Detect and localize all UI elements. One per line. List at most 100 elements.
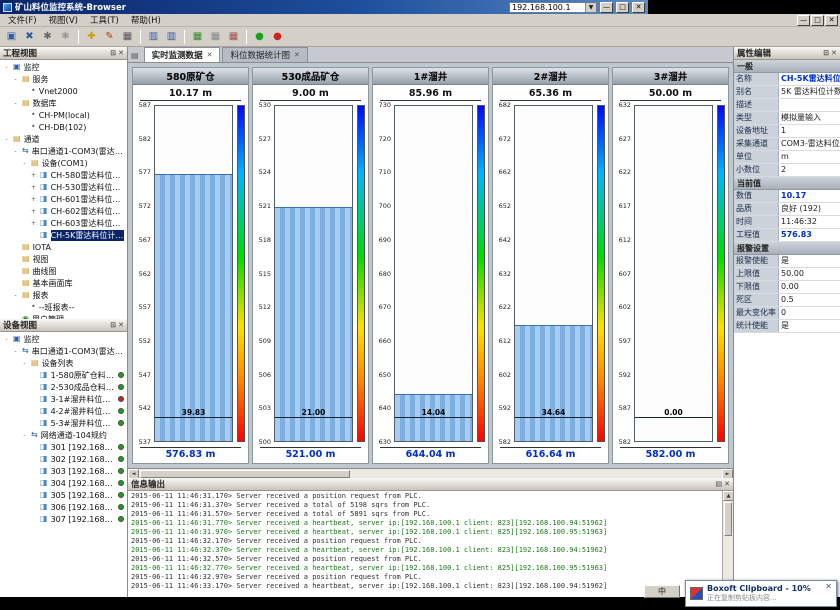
project-tree-item[interactable]: •CH-PM(local) [0, 109, 127, 121]
chart-icon[interactable]: ▦ [189, 29, 206, 45]
menu-item[interactable]: 帮助(H) [125, 16, 167, 26]
close-icon[interactable]: ✕ [724, 481, 730, 488]
property-row[interactable]: 工程值576.83 [734, 229, 840, 242]
tab-2[interactable]: 料位数据统计图✕ [222, 47, 307, 62]
chevron-down-icon[interactable]: ▼ [585, 3, 596, 12]
tree-expander-icon[interactable]: - [12, 76, 19, 83]
device-tree-item[interactable]: ◨1-580原矿仓料位计-Nor [0, 369, 127, 381]
offline-icon[interactable]: ● [269, 29, 286, 45]
ime-indicator[interactable]: 中 [644, 585, 680, 598]
pin-icon[interactable]: ⊡ [823, 50, 829, 57]
close-icon[interactable]: ✕ [825, 582, 832, 591]
device-tree-item[interactable]: ◨301 [192.168.30.1] [0, 441, 127, 453]
property-row[interactable]: 最大变化率0 [734, 307, 840, 320]
property-group-header[interactable]: 当前值 [734, 177, 840, 190]
device-tree-item[interactable]: -▤设备列表 [0, 357, 127, 369]
device-tree-item[interactable]: -⇆网络通道-104规约 [0, 429, 127, 441]
tab-1[interactable]: 实时监测数据✕ [144, 47, 221, 62]
menu-item[interactable]: 文件(F) [2, 16, 43, 26]
disconnect-icon[interactable]: ✖ [21, 29, 38, 45]
menu-icon[interactable]: ▤ [131, 51, 139, 60]
device-tree-item[interactable]: ◨302 [192.168.30.2] [0, 453, 127, 465]
property-row[interactable]: 设备地址1 [734, 125, 840, 138]
property-row[interactable]: 采集通道COM3-雷达料位计 [734, 138, 840, 151]
tree-expander-icon[interactable]: - [21, 160, 28, 167]
tree-expander-icon[interactable]: + [30, 208, 37, 215]
property-value[interactable]: 11:46:32 [779, 216, 840, 228]
device-tree-item[interactable]: ◨5-3#溜井料位计-Nor [0, 417, 127, 429]
property-value[interactable]: 576.83 [779, 229, 840, 241]
edit-icon[interactable]: ✎ [101, 29, 118, 45]
project-tree-item[interactable]: ▤IOTA [0, 241, 127, 253]
property-value[interactable]: 5K 雷达料位计数据 [779, 86, 840, 98]
device-tree-item[interactable]: ◨3-1#溜井料位计-Nor [0, 393, 127, 405]
scroll-left-icon[interactable]: ◄ [128, 469, 139, 479]
property-value[interactable]: 1 [779, 125, 840, 137]
online-icon[interactable]: ● [251, 29, 268, 45]
tree-expander-icon[interactable]: + [30, 184, 37, 191]
property-row[interactable]: 数值10.17 [734, 190, 840, 203]
mdi-minimize-button[interactable]: — [797, 15, 810, 26]
report-icon[interactable]: ▦ [225, 29, 242, 45]
close-icon[interactable]: ✕ [118, 50, 124, 57]
project-tree-item[interactable]: •CH-DB(102) [0, 121, 127, 133]
project-tree-item[interactable]: •--班报表-- [0, 301, 127, 313]
property-row[interactable]: 品质良好 (192) [734, 203, 840, 216]
device-tree-item[interactable]: ◨306 [192.168.30.6] [0, 501, 127, 513]
mdi-restore-button[interactable]: □ [811, 15, 824, 26]
tree-expander-icon[interactable]: - [21, 360, 28, 367]
project-tree-item[interactable]: ▤基本画面库 [0, 277, 127, 289]
address-combo[interactable]: 192.168.100.1 ▼ [509, 2, 597, 13]
property-row[interactable]: 别名5K 雷达料位计数据 [734, 86, 840, 99]
menu-icon[interactable]: ▤ [716, 481, 723, 488]
project-tree-item[interactable]: -⇆串口通道1-COM3(雷达料位计采集) [0, 145, 127, 157]
pin-icon[interactable]: ⊡ [110, 322, 116, 329]
property-row[interactable]: 死区0.5 [734, 294, 840, 307]
maximize-button[interactable]: □ [616, 2, 629, 13]
project-tree-item[interactable]: +◨CH-601雷达料位计-Nor [0, 193, 127, 205]
property-value[interactable]: 是 [779, 320, 840, 332]
property-value[interactable]: 是 [779, 255, 840, 267]
project-tree-item[interactable]: ▤视图 [0, 253, 127, 265]
property-row[interactable]: 报警使能是 [734, 255, 840, 268]
horizontal-scrollbar[interactable]: ◄ ► [128, 468, 733, 478]
tree-expander-icon[interactable]: - [12, 148, 19, 155]
tree-expander-icon[interactable]: + [30, 172, 37, 179]
property-value[interactable]: 50.00 [779, 268, 840, 280]
device-tree-item[interactable]: -⇆串口通道1-COM3(雷达料位计) [0, 345, 127, 357]
tab-close-icon[interactable]: ✕ [294, 51, 300, 59]
device-tree-item[interactable]: ◨307 [192.168.30.7] [0, 513, 127, 525]
project-tree-item[interactable]: ▤曲线图 [0, 265, 127, 277]
grid-icon[interactable]: ▦ [119, 29, 136, 45]
tree-expander-icon[interactable]: - [3, 136, 10, 143]
mdi-close-button[interactable]: ✕ [825, 15, 838, 26]
property-value[interactable]: 模拟量输入 [779, 112, 840, 124]
property-value[interactable]: 良好 (192) [779, 203, 840, 215]
property-row[interactable]: 统计使能是 [734, 320, 840, 333]
device-tree-item[interactable]: ◨4-2#溜井料位计-Nor [0, 405, 127, 417]
close-icon[interactable]: ✕ [831, 50, 837, 57]
address-value[interactable]: 192.168.100.1 [510, 3, 585, 12]
project-tree-item[interactable]: -▤数据库 [0, 97, 127, 109]
save-icon[interactable]: ▥ [145, 29, 162, 45]
scroll-up-icon[interactable]: ▲ [723, 491, 733, 501]
table-icon[interactable]: ▦ [207, 29, 224, 45]
property-value[interactable] [779, 99, 840, 111]
project-tree-item[interactable]: -▣监控 [0, 61, 127, 73]
close-button[interactable]: ✕ [632, 2, 645, 13]
project-tree-item[interactable]: +◨CH-603雷达料位计-Nor [0, 217, 127, 229]
project-tree-item[interactable]: -▤通道 [0, 133, 127, 145]
project-tree-item[interactable]: -▤报表 [0, 289, 127, 301]
pin-icon[interactable]: ⊡ [110, 50, 116, 57]
device-tree-item[interactable]: ◨2-530成品仓料位计-Nor [0, 381, 127, 393]
project-tree-item[interactable]: +◨CH-530雷达料位计-Nor [0, 181, 127, 193]
property-value[interactable]: 0.5 [779, 294, 840, 306]
device-tree-item[interactable]: ◨304 [192.168.30.4] [0, 477, 127, 489]
property-row[interactable]: 上限值50.00 [734, 268, 840, 281]
tab-close-icon[interactable]: ✕ [207, 51, 213, 59]
save-all-icon[interactable]: ▥ [163, 29, 180, 45]
property-row[interactable]: 名称CH-5K雷达料位计-Nor [734, 73, 840, 86]
property-value[interactable]: 2 [779, 164, 840, 176]
property-value[interactable]: COM3-雷达料位计 [779, 138, 840, 150]
scroll-right-icon[interactable]: ► [722, 469, 733, 479]
